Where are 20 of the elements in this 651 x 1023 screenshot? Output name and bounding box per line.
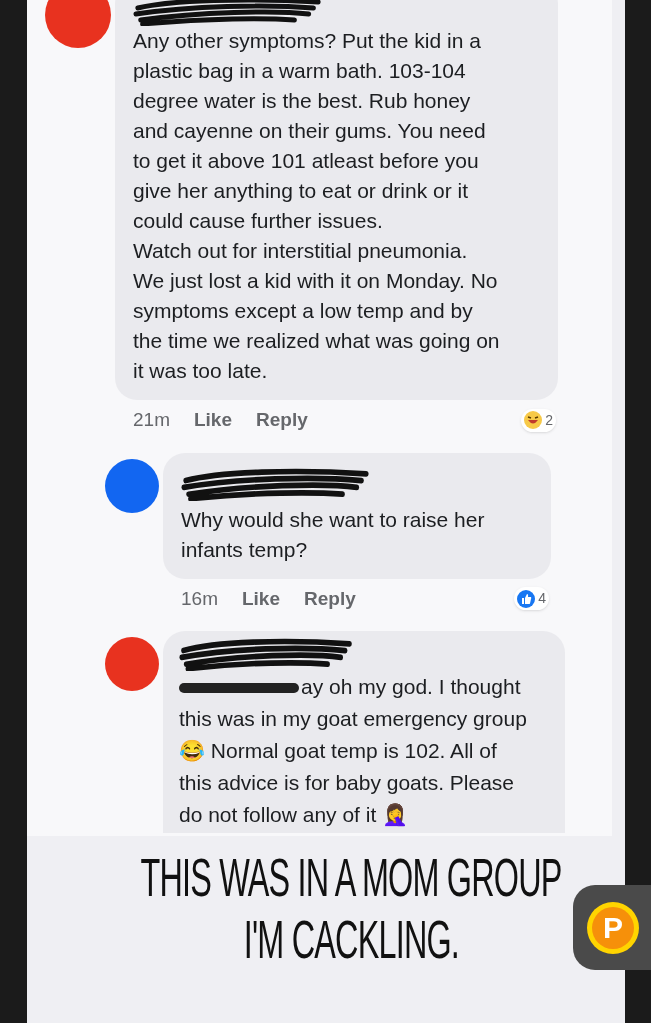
comment-action-link[interactable]: Like bbox=[193, 406, 232, 435]
reaction-count: 2 bbox=[545, 410, 553, 430]
thumbs-up-icon bbox=[516, 588, 537, 609]
comment-action-link[interactable]: Like bbox=[241, 584, 280, 613]
reaction-count: 4 bbox=[538, 589, 546, 609]
comment-action-link[interactable]: Reply bbox=[304, 584, 356, 613]
comment-text: Any other symptoms? Put the kid in a plastic bag in a warm bath. 103-104 degree water is the best. Rub honey and cayenne on their gums. You need to get it above 101 atleast before you give her anything to eat or drink or it could cause further issues. Watch out for interstitial pneumonia. We just lost a kid with it on Monday. No symptoms except a low temp and by the time we realized what was going on it was too late. bbox=[133, 28, 501, 384]
comment-text: ay oh my god. I thought this was in my goat emergency group 😂 Normal goat temp is 102. All of this advice is for baby goats. Please do not follow any of it 🤦‍♀ bbox=[179, 674, 528, 829]
caption-text: THIS WAS IN A MOM GROUP bbox=[140, 846, 562, 908]
comment-time: 16m bbox=[181, 586, 218, 611]
avatar[interactable] bbox=[105, 637, 159, 691]
comment-text: Why would she want to raise her infants temp? bbox=[181, 506, 486, 563]
avatar[interactable] bbox=[45, 0, 111, 48]
avatar[interactable] bbox=[105, 458, 159, 513]
caption-text: I'M CACKLING. bbox=[243, 908, 459, 970]
reaction-pill[interactable]: 4 bbox=[514, 587, 549, 611]
laughing-face-icon bbox=[523, 410, 544, 431]
comment-time: 21m bbox=[133, 408, 170, 432]
comment-action-link[interactable]: Reply bbox=[256, 406, 308, 435]
reaction-pill[interactable]: 2 bbox=[521, 408, 556, 432]
